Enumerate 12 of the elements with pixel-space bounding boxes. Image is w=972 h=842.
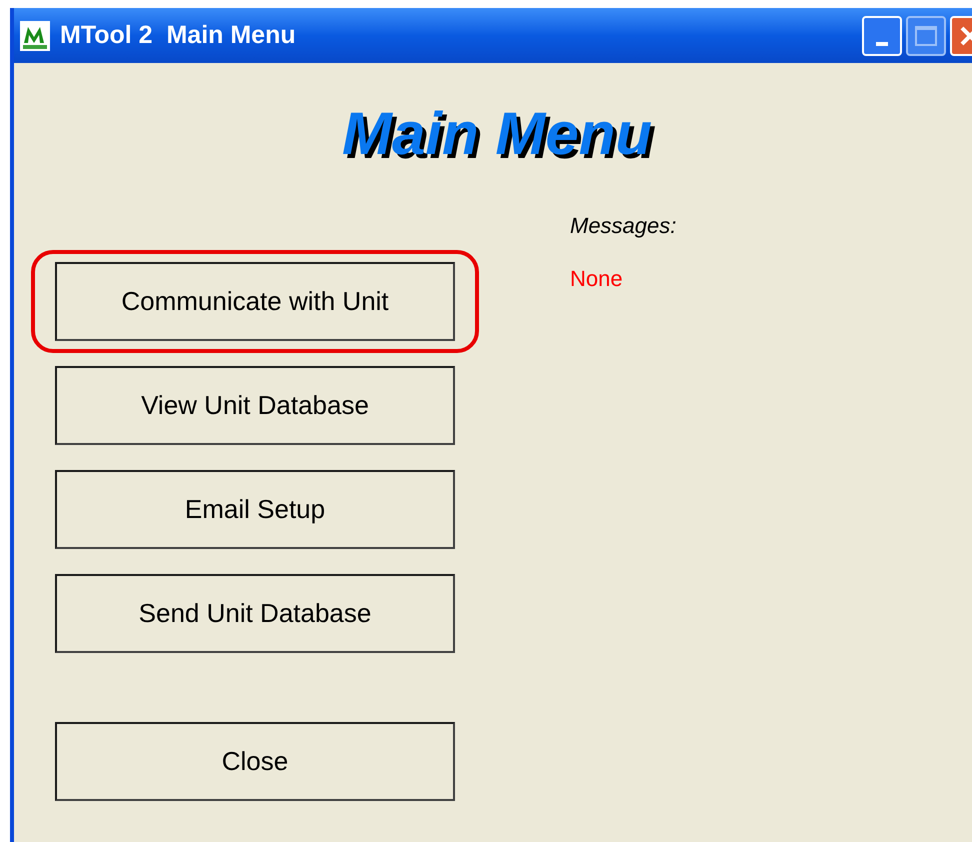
main-heading: Main Menu bbox=[342, 99, 652, 169]
messages-label: Messages: bbox=[570, 212, 676, 240]
window-title: MTool 2 Main Menu bbox=[60, 20, 296, 51]
menu-button[interactable]: Email Setup bbox=[55, 470, 455, 549]
close-button[interactable]: Close bbox=[55, 722, 455, 801]
menu-button[interactable]: Send Unit Database bbox=[55, 574, 455, 653]
app-icon bbox=[20, 20, 50, 50]
messages-value: None bbox=[570, 265, 624, 293]
maximize-button[interactable] bbox=[906, 16, 946, 56]
menu-button[interactable]: Communicate with Unit bbox=[55, 262, 455, 341]
minimize-button[interactable] bbox=[862, 16, 902, 56]
menu-button[interactable]: View Unit Database bbox=[55, 366, 455, 445]
